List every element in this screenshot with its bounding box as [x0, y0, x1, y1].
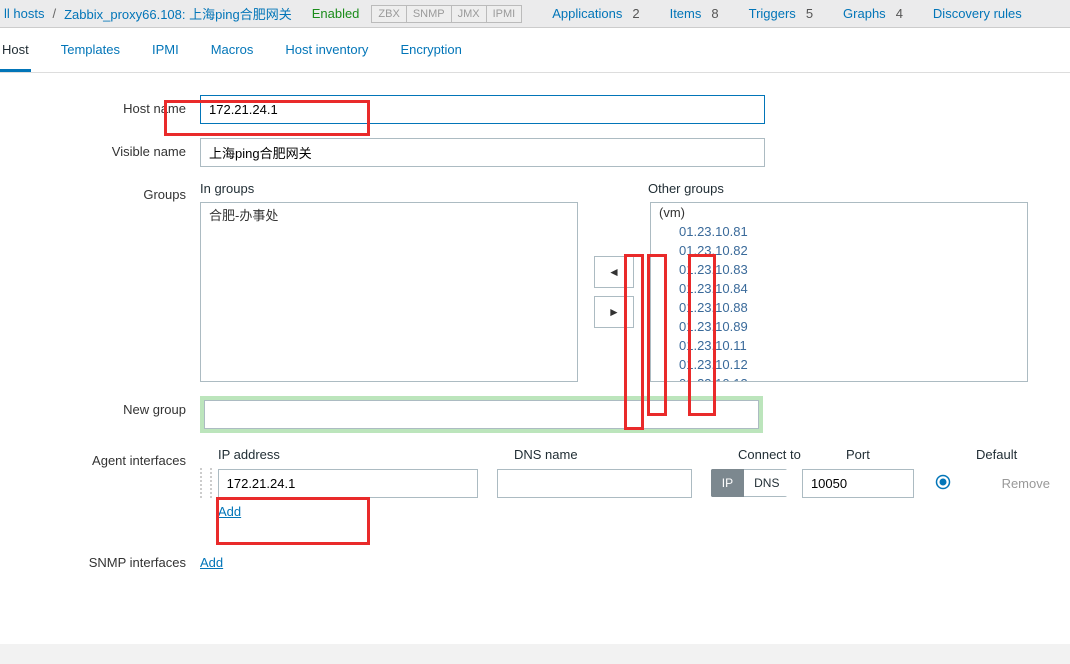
tab-templates[interactable]: Templates — [59, 42, 122, 72]
visible-name-input[interactable] — [200, 138, 765, 167]
list-item[interactable]: 01.23.10.83 — [651, 260, 1027, 279]
breadcrumb-bar: ll hosts / Zabbix_proxy66.108: 上海ping合肥网… — [0, 0, 1070, 28]
shuttle-right-button[interactable]: ► — [594, 296, 634, 328]
tab-macros[interactable]: Macros — [209, 42, 256, 72]
triggers-count: 5 — [806, 6, 813, 21]
applications-link[interactable]: Applications — [548, 6, 626, 21]
tab-host[interactable]: Host — [0, 42, 31, 72]
iface-default-radio[interactable] — [935, 474, 1002, 493]
all-hosts-link[interactable]: ll hosts — [0, 6, 48, 21]
list-item[interactable]: 01.23.10.12 — [651, 355, 1027, 374]
list-item[interactable]: (vm) — [651, 203, 1027, 222]
host-name-input[interactable] — [200, 95, 765, 124]
status-enabled: Enabled — [312, 6, 360, 21]
proto-zbx[interactable]: ZBX — [371, 5, 406, 23]
new-group-input[interactable] — [204, 400, 759, 429]
applications-count: 2 — [632, 6, 639, 21]
radio-checked-icon — [935, 474, 951, 490]
graphs-link[interactable]: Graphs — [839, 6, 890, 21]
proto-ipmi[interactable]: IPMI — [487, 5, 523, 23]
snmp-add-link[interactable]: Add — [200, 555, 223, 570]
connect-dns-button[interactable]: DNS — [744, 469, 787, 497]
proto-jmx[interactable]: JMX — [452, 5, 487, 23]
shuttle-left-button[interactable]: ◄ — [594, 256, 634, 288]
list-item[interactable]: 合肥-办事处 — [201, 203, 577, 226]
iface-remove-link[interactable]: Remove — [1002, 476, 1050, 491]
col-def: Default — [976, 447, 1046, 462]
iface-headers: IP address DNS name Connect to Port Defa… — [200, 447, 1050, 468]
snmp-interfaces-label: SNMP interfaces — [0, 549, 200, 570]
iface-dns-input[interactable] — [497, 469, 692, 498]
in-groups-listbox[interactable]: 合肥-办事处 — [200, 202, 578, 382]
breadcrumb-separator: / — [52, 6, 56, 21]
other-groups-label: Other groups — [648, 181, 1024, 202]
col-conn: Connect to — [738, 447, 846, 462]
list-item[interactable]: 01.23.10.81 — [651, 222, 1027, 241]
new-group-label: New group — [0, 396, 200, 417]
current-host-link[interactable]: Zabbix_proxy66.108: 上海ping合肥网关 — [60, 4, 296, 23]
items-link[interactable]: Items — [666, 6, 706, 21]
list-item[interactable]: 01.23.10.13 — [651, 374, 1027, 382]
proto-snmp[interactable]: SNMP — [407, 5, 452, 23]
connect-ip-button[interactable]: IP — [711, 469, 744, 497]
iface-port-input[interactable] — [802, 469, 914, 498]
other-groups-listbox[interactable]: (vm) 01.23.10.81 01.23.10.82 01.23.10.83… — [650, 202, 1028, 382]
items-count: 8 — [711, 6, 718, 21]
agent-interfaces-label: Agent interfaces — [0, 447, 200, 468]
list-item[interactable]: 01.23.10.84 — [651, 279, 1027, 298]
new-group-highlight — [200, 396, 763, 433]
graphs-count: 4 — [896, 6, 903, 21]
col-ip: IP address — [218, 447, 514, 462]
iface-row: IP DNS Remove — [200, 468, 1050, 498]
tab-encryption[interactable]: Encryption — [398, 42, 463, 72]
list-item[interactable]: 01.23.10.82 — [651, 241, 1027, 260]
iface-ip-input[interactable] — [218, 469, 478, 498]
triggers-link[interactable]: Triggers — [745, 6, 800, 21]
list-item[interactable]: 01.23.10.88 — [651, 298, 1027, 317]
groups-label: Groups — [0, 181, 200, 202]
list-item[interactable]: 01.23.10.11 — [651, 336, 1027, 355]
protocol-group: ZBX SNMP JMX IPMI — [371, 5, 522, 23]
in-groups-label: In groups — [200, 181, 576, 202]
host-name-label: Host name — [0, 95, 200, 116]
tabs: Host Templates IPMI Macros Host inventor… — [0, 28, 1070, 73]
list-item[interactable]: 01.23.10.89 — [651, 317, 1027, 336]
visible-name-label: Visible name — [0, 138, 200, 159]
discovery-link[interactable]: Discovery rules — [929, 6, 1026, 21]
col-port: Port — [846, 447, 976, 462]
drag-handle-icon[interactable] — [200, 468, 212, 498]
tab-inventory[interactable]: Host inventory — [283, 42, 370, 72]
agent-add-link[interactable]: Add — [218, 504, 241, 519]
col-dns: DNS name — [514, 447, 738, 462]
tab-ipmi[interactable]: IPMI — [150, 42, 181, 72]
